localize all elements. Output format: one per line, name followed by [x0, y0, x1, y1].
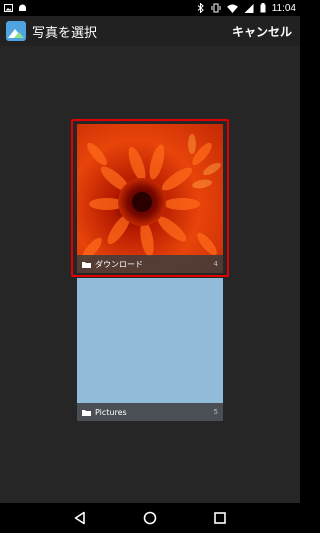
album-caption: Pictures 5 — [77, 403, 223, 421]
back-icon — [74, 511, 85, 525]
album-thumbnail — [77, 124, 223, 273]
home-icon — [143, 511, 157, 525]
recents-button[interactable] — [205, 503, 235, 533]
vibrate-icon — [211, 3, 221, 13]
album-tile-download[interactable]: ダウンロード 4 — [77, 124, 223, 273]
album-count: 5 — [213, 408, 218, 416]
folder-icon — [82, 261, 91, 268]
android-notification-icon — [19, 4, 26, 11]
album-name: ダウンロード — [95, 259, 143, 269]
folder-icon — [82, 409, 91, 416]
status-time: 11:04 — [271, 2, 296, 14]
chrysanthemum-image — [77, 124, 223, 273]
album-grid: ダウンロード 4 Pictures 5 — [0, 46, 300, 503]
recents-icon — [214, 512, 226, 524]
bluetooth-icon — [197, 3, 204, 13]
home-button[interactable] — [135, 503, 165, 533]
album-name: Pictures — [95, 407, 127, 417]
battery-icon — [260, 3, 266, 13]
back-button[interactable] — [65, 503, 95, 533]
album-caption: ダウンロード 4 — [77, 255, 223, 273]
photos-app-icon — [6, 21, 26, 41]
signal-icon — [244, 3, 254, 13]
wifi-icon — [226, 3, 238, 13]
album-tile-pictures[interactable]: Pictures 5 — [77, 278, 223, 421]
app-bar: 写真を選択 キャンセル — [0, 16, 300, 46]
cancel-button[interactable]: キャンセル — [230, 19, 294, 44]
page-title: 写真を選択 — [32, 25, 98, 41]
image-notification-icon — [4, 4, 13, 12]
album-count: 4 — [213, 260, 218, 268]
status-bar: 11:04 — [0, 0, 300, 16]
navigation-bar — [0, 503, 300, 533]
